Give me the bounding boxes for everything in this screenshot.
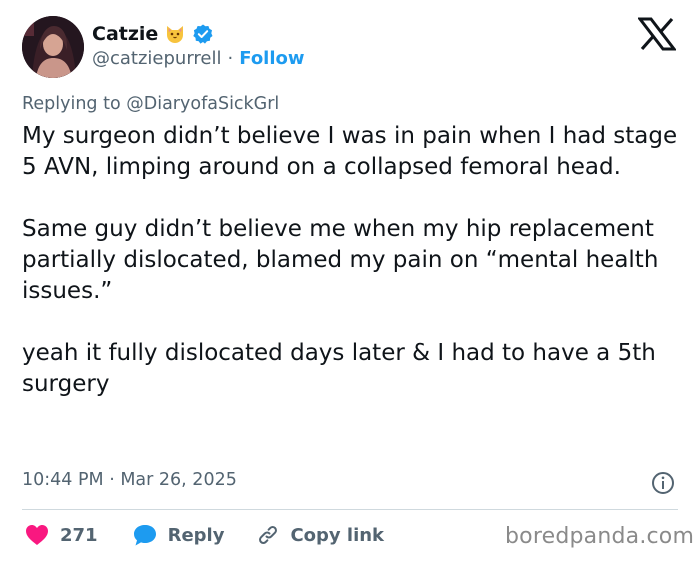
copy-link-button[interactable]: Copy link (256, 523, 384, 547)
follow-button[interactable]: Follow (239, 48, 304, 69)
reply-button[interactable]: Reply (132, 523, 225, 547)
link-icon (256, 523, 280, 547)
tweet-card: Catzie @catziepurrell · Follow Replying … (0, 0, 700, 561)
handle-separator: · (227, 48, 234, 69)
like-button[interactable]: 271 (24, 523, 98, 547)
replying-mention[interactable]: @DiaryofaSickGrl (126, 94, 279, 114)
chat-bubble-icon (132, 523, 158, 547)
cat-face-emoji (164, 23, 186, 45)
handle-row: @catziepurrell · Follow (92, 48, 305, 69)
handle[interactable]: @catziepurrell (92, 48, 222, 69)
name-row: Catzie (92, 20, 214, 48)
verified-badge-icon (192, 23, 214, 45)
replying-prefix: Replying to (22, 94, 121, 114)
copy-link-label: Copy link (290, 524, 385, 546)
display-name[interactable]: Catzie (92, 23, 158, 45)
divider (22, 509, 678, 510)
timestamp[interactable]: 10:44 PM · Mar 26, 2025 (22, 470, 237, 490)
watermark: boredpanda.com (505, 524, 695, 549)
avatar[interactable] (22, 16, 84, 78)
replying-to: Replying to @DiaryofaSickGrl (22, 94, 279, 114)
heart-icon (24, 523, 50, 547)
action-bar: 271 Reply Copy link (22, 519, 384, 551)
info-icon[interactable] (650, 470, 676, 496)
tweet-text: My surgeon didn’t believe I was in pain … (22, 123, 678, 397)
likes-count: 271 (60, 524, 98, 546)
reply-label: Reply (167, 524, 225, 546)
x-logo-icon[interactable] (636, 17, 678, 51)
